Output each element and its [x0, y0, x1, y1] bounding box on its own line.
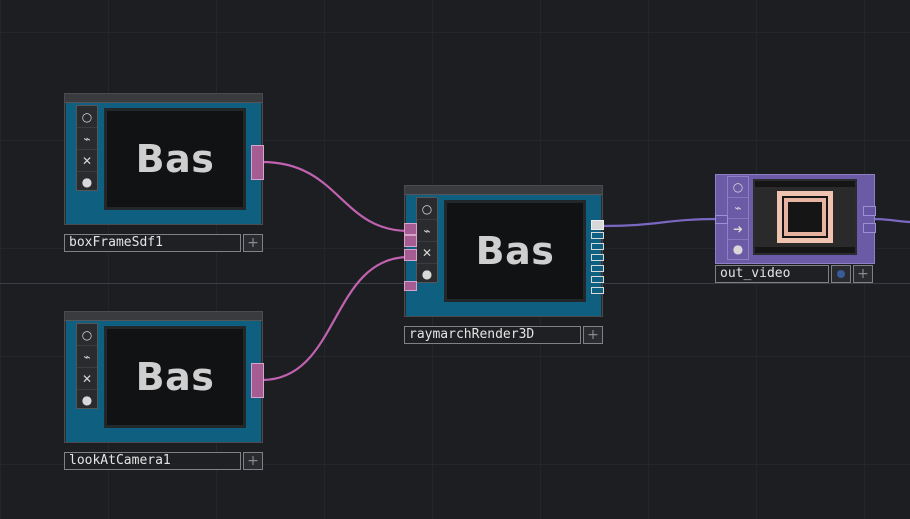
display-flag-icon[interactable]: [831, 265, 851, 283]
preview-text: Bas: [135, 137, 215, 181]
delete-flag-icon[interactable]: ✕: [417, 242, 437, 264]
output-connector[interactable]: [863, 223, 876, 233]
delete-flag-icon[interactable]: ✕: [77, 150, 97, 172]
node-name-field[interactable]: raymarchRender3D: [404, 326, 581, 344]
delete-flag-icon[interactable]: ✕: [77, 368, 97, 390]
node-boxframesdf1[interactable]: ○ ⌁ ✕ ● Bas: [64, 93, 264, 225]
node-label-row: boxFrameSdf1 +: [64, 234, 263, 252]
node-name-field[interactable]: lookAtCamera1: [64, 452, 241, 470]
input-connector[interactable]: [715, 215, 728, 224]
output-connector[interactable]: [251, 363, 264, 398]
bypass-flag-icon[interactable]: ⌁: [77, 346, 97, 368]
preview-text: Bas: [135, 355, 215, 399]
viewer-flag-icon[interactable]: ○: [417, 198, 437, 220]
wire-outvideo-out[interactable]: [873, 217, 910, 224]
node-viewer[interactable]: [753, 179, 857, 255]
viewer-flag-icon[interactable]: ○: [77, 106, 97, 128]
node-out-video[interactable]: ○ ⌁ ➜ ●: [715, 174, 876, 264]
output-connector[interactable]: [251, 145, 264, 180]
node-name-field[interactable]: boxFrameSdf1: [64, 234, 241, 252]
lock-flag-icon[interactable]: ●: [728, 240, 748, 258]
node-flags: ○ ⌁ ➜ ●: [727, 176, 749, 260]
input-connector[interactable]: [404, 249, 417, 261]
output-connector[interactable]: [591, 265, 604, 272]
wire-boxframe-to-raymarch[interactable]: [261, 160, 410, 233]
node-flags: ○ ⌁ ✕ ●: [76, 323, 98, 409]
output-connector[interactable]: [591, 232, 604, 239]
lock-flag-icon[interactable]: ●: [77, 390, 97, 409]
node-label-row: raymarchRender3D +: [404, 326, 603, 344]
add-icon[interactable]: +: [853, 265, 873, 283]
output-connector[interactable]: [591, 243, 604, 250]
lock-flag-icon[interactable]: ●: [417, 264, 437, 283]
viewer-flag-icon[interactable]: ○: [728, 177, 748, 198]
add-icon[interactable]: +: [243, 452, 263, 470]
add-icon[interactable]: +: [583, 326, 603, 344]
input-connector[interactable]: [404, 223, 417, 235]
bypass-flag-icon[interactable]: ⌁: [417, 220, 437, 242]
lock-flag-icon[interactable]: ●: [77, 172, 97, 191]
output-connector[interactable]: [863, 206, 876, 216]
export-arrow-icon[interactable]: ➜: [728, 219, 748, 240]
node-name-field[interactable]: out_video: [715, 265, 829, 283]
video-preview-thumbnail: [755, 181, 855, 253]
node-label-row: out_video +: [715, 265, 873, 283]
bypass-flag-icon[interactable]: ⌁: [728, 198, 748, 219]
output-connector[interactable]: [591, 287, 604, 294]
node-raymarchrender3d[interactable]: ○ ⌁ ✕ ● Bas: [404, 185, 604, 317]
node-flags: ○ ⌁ ✕ ●: [416, 197, 438, 283]
node-lookatcamera1[interactable]: ○ ⌁ ✕ ● Bas: [64, 311, 264, 443]
bypass-flag-icon[interactable]: ⌁: [77, 128, 97, 150]
node-flags: ○ ⌁ ✕ ●: [76, 105, 98, 191]
output-connector[interactable]: [591, 220, 604, 230]
node-viewer[interactable]: Bas: [104, 108, 246, 210]
preview-text: Bas: [475, 229, 555, 273]
input-connector[interactable]: [404, 281, 417, 291]
node-viewer[interactable]: Bas: [104, 326, 246, 428]
add-icon[interactable]: +: [243, 234, 263, 252]
output-connector[interactable]: [591, 276, 604, 283]
wire-lookat-to-raymarch[interactable]: [261, 255, 410, 382]
output-connector[interactable]: [591, 254, 604, 261]
node-viewer[interactable]: Bas: [444, 200, 586, 302]
node-label-row: lookAtCamera1 +: [64, 452, 263, 470]
viewer-flag-icon[interactable]: ○: [77, 324, 97, 346]
wire-raymarch-to-outvideo[interactable]: [602, 217, 719, 228]
input-connector[interactable]: [404, 235, 417, 247]
